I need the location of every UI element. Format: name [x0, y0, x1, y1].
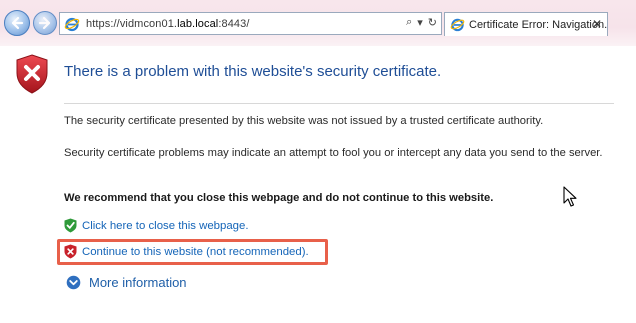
address-tools: ⌕ ▾ ↻ [406, 16, 437, 29]
mouse-pointer-icon [563, 186, 577, 207]
ie-logo-icon [64, 17, 80, 31]
certificate-error-page: There is a problem with this website's s… [0, 46, 636, 323]
close-webpage-option[interactable]: Click here to close this webpage. [64, 218, 249, 233]
url-prefix: https://vidmcon01. [86, 17, 178, 30]
certificate-message: The security certificate presented by th… [64, 115, 544, 127]
search-icon[interactable]: ⌕ [406, 16, 412, 29]
close-icon[interactable]: ✕ [592, 17, 602, 31]
continue-option[interactable]: Continue to this website (not recommende… [64, 244, 309, 259]
warning-message: Security certificate problems may indica… [64, 147, 603, 159]
chevron-circle-down-icon [66, 275, 81, 290]
refresh-icon[interactable]: ↻ [428, 16, 437, 29]
more-information-link[interactable]: More information [89, 275, 187, 290]
back-button[interactable] [4, 10, 30, 36]
ie-logo-icon [450, 18, 465, 32]
browser-toolbar: https://vidmcon01.lab.local:8443/ ⌕ ▾ ↻ … [0, 0, 636, 46]
forward-button[interactable] [33, 11, 57, 35]
url-text[interactable]: https://vidmcon01.lab.local:8443/ [86, 18, 250, 30]
red-shield-x-icon [16, 54, 48, 94]
forward-arrow-icon [38, 16, 51, 30]
browser-tab[interactable]: Certificate Error: Navigation... ✕ [444, 12, 608, 36]
page-title: There is a problem with this website's s… [64, 63, 442, 80]
tab-title: Certificate Error: Navigation... [469, 18, 607, 31]
address-bar[interactable]: https://vidmcon01.lab.local:8443/ ⌕ ▾ ↻ [59, 12, 442, 35]
dropdown-icon[interactable]: ▾ [417, 16, 423, 29]
red-shield-x-icon [64, 244, 77, 259]
url-suffix: :8443/ [218, 17, 250, 30]
divider [64, 103, 614, 104]
url-domain: lab.local [177, 17, 219, 30]
recommendation-text: We recommend that you close this webpage… [64, 192, 494, 204]
continue-to-website-link[interactable]: Continue to this website (not recommende… [82, 246, 309, 258]
close-webpage-link[interactable]: Click here to close this webpage. [82, 220, 249, 232]
back-arrow-icon [11, 16, 24, 30]
more-information-toggle[interactable]: More information [66, 275, 187, 290]
green-shield-check-icon [64, 218, 77, 233]
